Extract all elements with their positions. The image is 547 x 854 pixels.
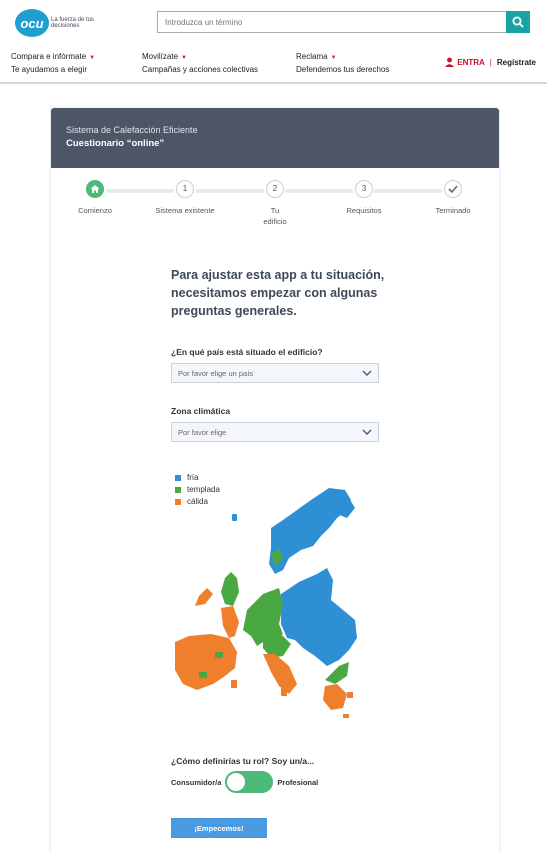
nav-movilizate-subtitle: Campañas y acciones colectivas <box>142 65 259 74</box>
logo-tagline: La fuerza de tus decisiones <box>51 17 95 29</box>
country-question: ¿En qué país está situado el edificio? <box>171 347 323 357</box>
search-bar <box>157 11 530 33</box>
caret-down-icon: ▼ <box>89 55 96 61</box>
nav-reclama[interactable]: Reclama ▼ Defendemos tus derechos <box>296 51 389 75</box>
intro-text: Para ajustar esta app a tu situación, ne… <box>171 268 385 318</box>
step-comienzo[interactable]: Comienzo <box>55 180 135 216</box>
site-header: ocu La fuerza de tus decisiones Compara … <box>0 0 547 84</box>
climate-select[interactable]: Por favor elige <box>171 422 379 442</box>
step-label: Requisitos <box>346 206 382 215</box>
card-header: Sistema de Calefacción Eficiente Cuestio… <box>51 108 499 168</box>
chevron-down-icon <box>362 370 372 376</box>
step-bubble: 3 <box>355 180 373 198</box>
legend-item-fria: fría <box>175 472 220 484</box>
questionnaire-card: Sistema de Calefacción Eficiente Cuestio… <box>51 108 499 854</box>
step-bubble <box>444 180 462 198</box>
form-content: Para ajustar esta app a tu situación, ne… <box>171 266 386 442</box>
search-button[interactable] <box>506 11 530 33</box>
step-label: Terminado <box>435 206 471 215</box>
user-icon <box>445 57 455 67</box>
login-link[interactable]: ENTRA <box>457 58 485 67</box>
toggle-knob <box>227 773 246 791</box>
map-region-calida[interactable] <box>221 606 239 638</box>
step-bubble: 1 <box>176 180 194 198</box>
step-bubble <box>86 180 104 198</box>
nav-compara-subtitle: Te ayudamos a elegir <box>11 65 88 74</box>
role-toggle[interactable] <box>225 771 274 793</box>
step-sistema[interactable]: 1 Sistema existente <box>145 180 225 216</box>
logo-mark: ocu <box>15 9 49 37</box>
country-select[interactable]: Por favor elige un país <box>171 363 379 383</box>
climate-select-value: Por favor elige <box>178 427 227 437</box>
map-region-calida[interactable] <box>323 684 347 710</box>
divider: | <box>489 57 492 67</box>
nav-movilizate-title: Movilízate <box>142 52 179 61</box>
step-label: Comienzo <box>78 206 112 215</box>
role-question: ¿Cómo definirías tu rol? Soy un/a... <box>171 756 315 766</box>
home-icon <box>90 185 100 193</box>
caret-down-icon: ▼ <box>181 55 187 61</box>
map-region-templada[interactable] <box>221 572 239 606</box>
search-input[interactable] <box>157 11 506 33</box>
ocu-logo[interactable]: ocu La fuerza de tus decisiones <box>15 8 105 38</box>
map-region-calida[interactable] <box>231 680 237 688</box>
step-label: Tu edificio <box>263 206 287 226</box>
legend-swatch <box>175 475 181 481</box>
card-subtitle: Sistema de Calefacción Eficiente <box>66 125 198 135</box>
role-consumer-label: Consumidor/a <box>171 777 222 787</box>
step-terminado[interactable]: Terminado <box>413 180 493 216</box>
search-icon <box>512 16 524 28</box>
map-region-calida[interactable] <box>195 588 213 606</box>
map-region-templada[interactable] <box>325 662 349 684</box>
climate-question: Zona climática <box>171 406 231 416</box>
nav-compara[interactable]: Compara e infórmate ▼ Te ayudamos a elegi… <box>11 51 95 75</box>
check-icon <box>448 185 458 194</box>
nav-compara-title: Compara e infórmate <box>11 52 87 61</box>
map-region-calida[interactable] <box>281 688 287 696</box>
progress-stepper: Comienzo 1 Sistema existente 2 Tu edific… <box>51 180 499 230</box>
nav-movilizate[interactable]: Movilízate ▼ Campañas y acciones colectiv… <box>142 51 258 75</box>
map-region-fria[interactable] <box>281 568 357 666</box>
map-region-templada[interactable] <box>215 652 223 658</box>
role-professional-label: Profesional <box>277 777 319 787</box>
nav-reclama-title: Reclama <box>296 52 328 61</box>
caret-down-icon: ▼ <box>330 55 337 61</box>
map-region-fria[interactable] <box>232 514 237 521</box>
country-select-value: Por favor elige un país <box>178 368 254 378</box>
legend-label: fría <box>187 473 199 482</box>
register-link[interactable]: Regístrate <box>497 58 536 67</box>
map-region-calida[interactable] <box>263 654 297 694</box>
step-requisitos[interactable]: 3 Requisitos <box>324 180 404 216</box>
map-region-calida[interactable] <box>343 714 349 718</box>
step-edificio[interactable]: 2 Tu edificio <box>235 180 315 227</box>
role-toggle-row: Consumidor/a Profesional <box>171 771 318 793</box>
step-bubble: 2 <box>266 180 284 198</box>
map-region-templada[interactable] <box>199 672 207 678</box>
card-title: Cuestionario “online” <box>66 138 165 149</box>
account-links: ENTRA | Regístrate <box>445 57 536 67</box>
start-button[interactable]: ¡Empecemos! <box>171 818 267 838</box>
nav-reclama-subtitle: Defendemos tus derechos <box>296 65 390 74</box>
map-region-calida[interactable] <box>347 692 353 698</box>
map-region-calida[interactable] <box>175 634 237 690</box>
chevron-down-icon <box>362 429 372 435</box>
europe-climate-map[interactable] <box>171 488 371 718</box>
step-label: Sistema existente <box>155 206 215 215</box>
